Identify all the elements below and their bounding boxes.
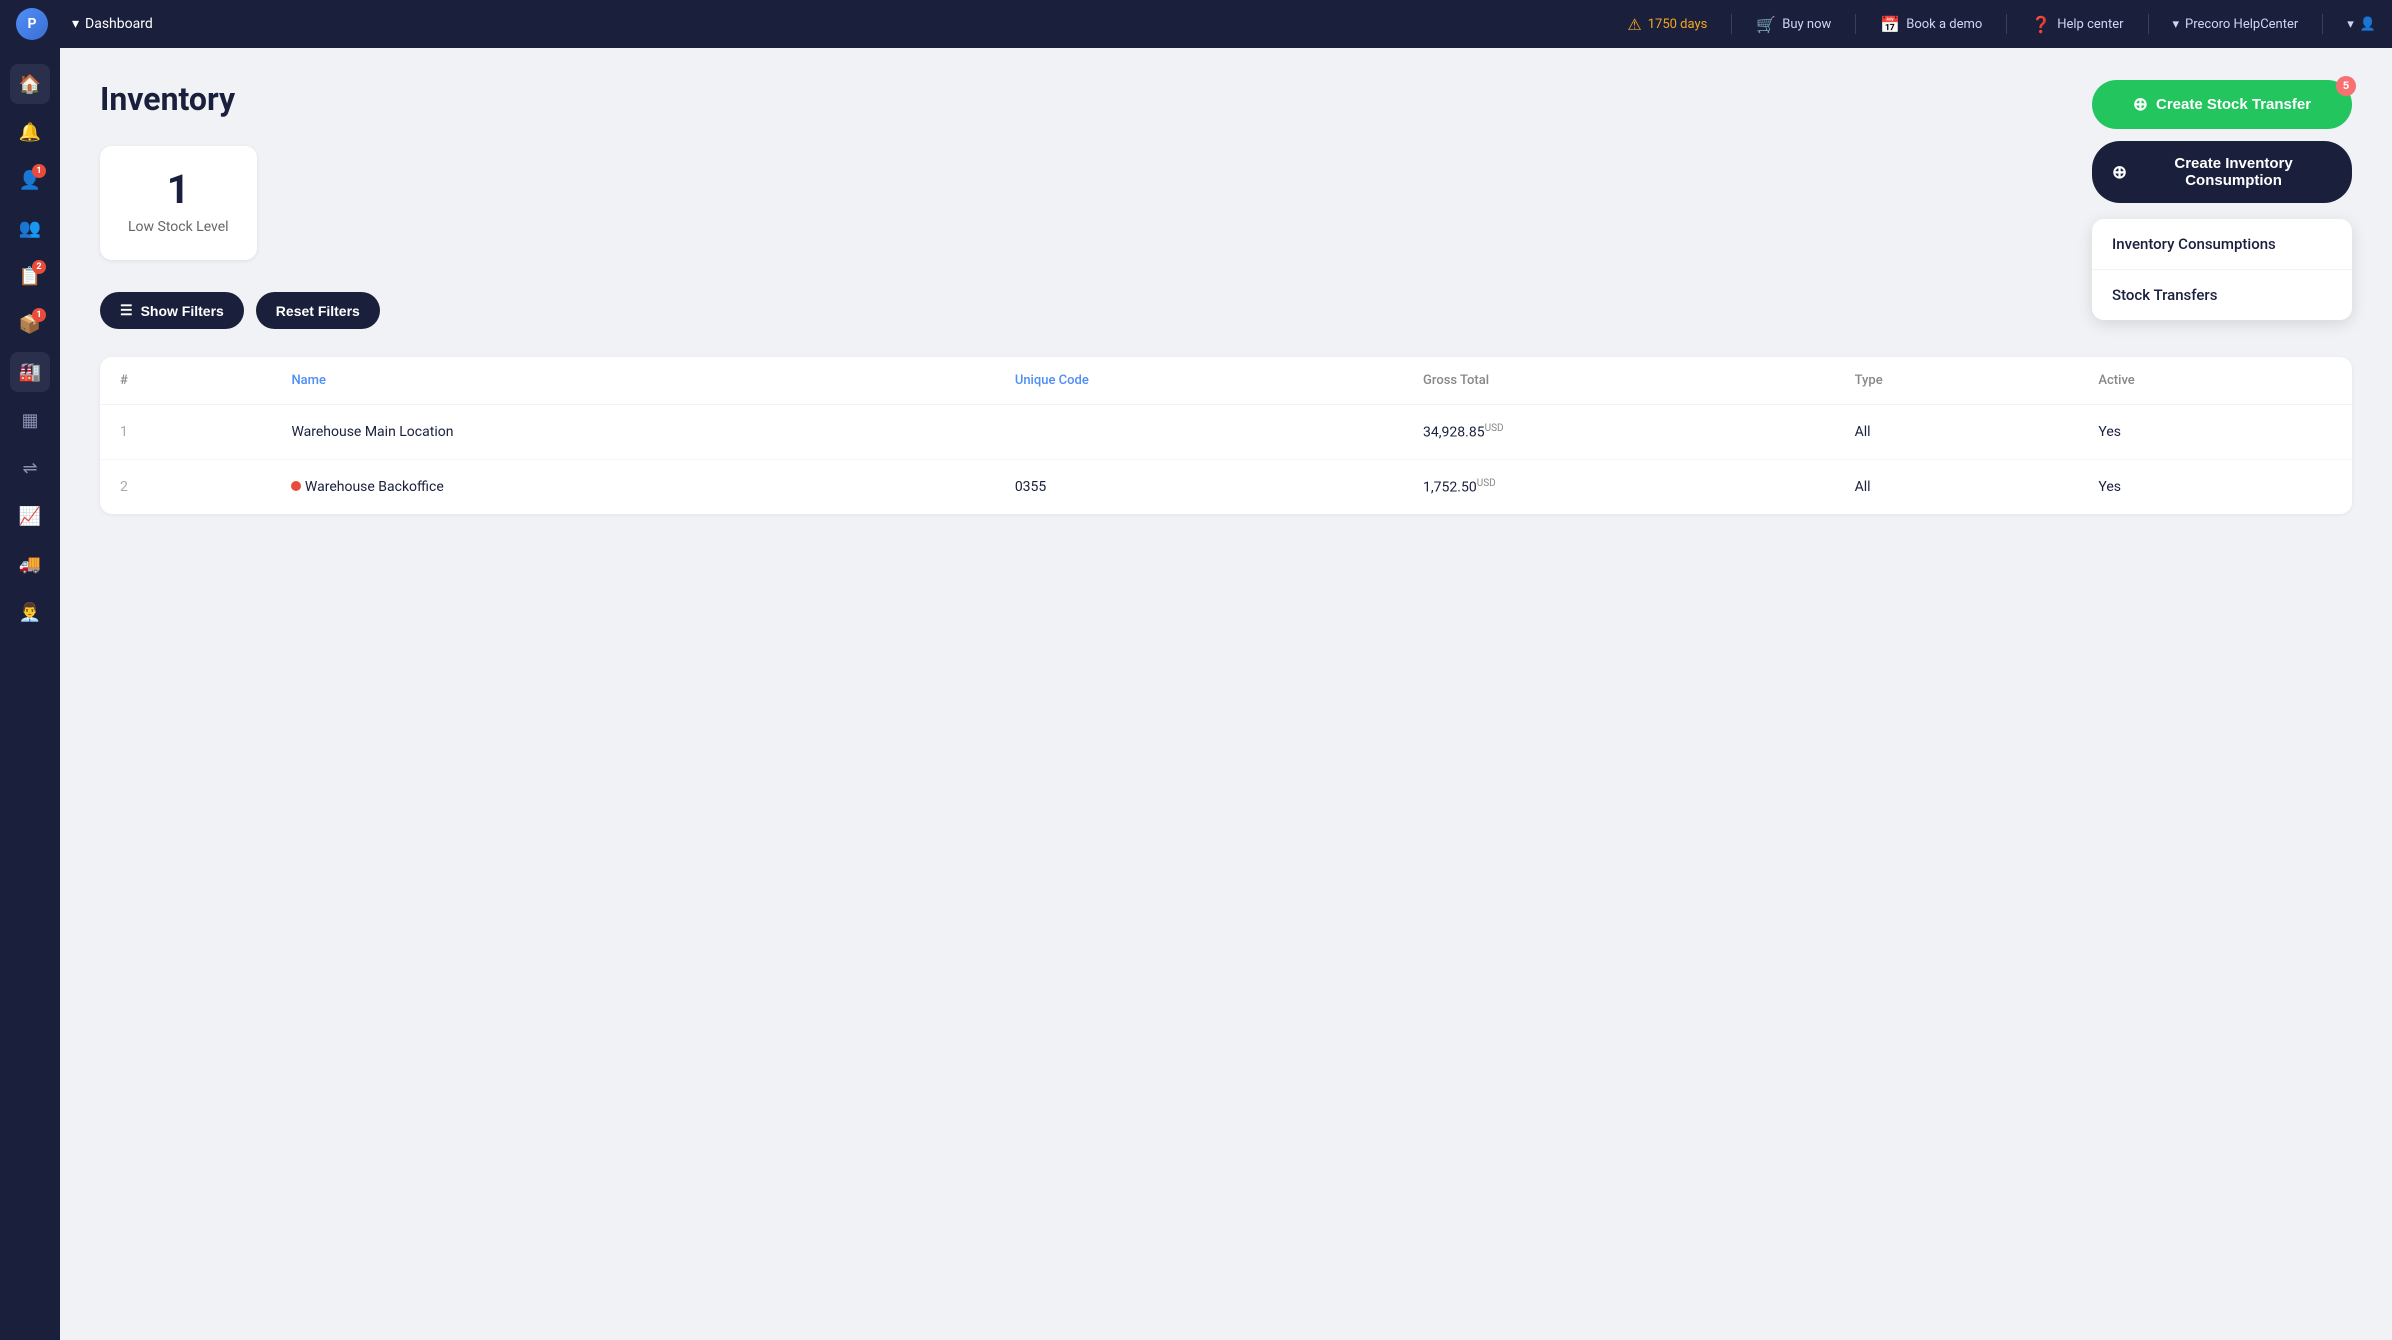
org-selector[interactable]: ▾ Precoro HelpCenter <box>2173 17 2299 32</box>
sidebar-orders[interactable]: 📋 2 <box>10 256 50 296</box>
status-dot <box>291 481 301 491</box>
cell-name: Warehouse Backoffice <box>271 459 994 513</box>
inventory-consumptions-link[interactable]: Inventory Consumptions <box>2092 219 2352 270</box>
cell-unique-code <box>995 405 1403 460</box>
nav-divider-1 <box>1731 14 1732 34</box>
cell-active: Yes <box>2078 405 2352 460</box>
nav-divider-3 <box>2006 14 2007 34</box>
cell-type: All <box>1835 405 2079 460</box>
buy-now-link[interactable]: 🛒 Buy now <box>1756 15 1831 34</box>
cell-gross-total: 34,928.85USD <box>1403 405 1835 460</box>
show-filters-button[interactable]: ☰ Show Filters <box>100 292 244 329</box>
help-center-link[interactable]: ❓ Help center <box>2031 15 2123 34</box>
sidebar-team[interactable]: 👥 <box>10 208 50 248</box>
sidebar-reports[interactable]: ▦ <box>10 400 50 440</box>
sidebar-home[interactable]: 🏠 <box>10 64 50 104</box>
low-stock-card[interactable]: 1 Low Stock Level <box>100 146 257 260</box>
sidebar-box[interactable]: 📦 1 <box>10 304 50 344</box>
inventory-table: # Name Unique Code Gross Total Type Acti… <box>100 357 2352 513</box>
chevron-down-icon: ▾ <box>72 16 79 32</box>
user-icon: 👤 <box>2360 17 2376 32</box>
table-row[interactable]: 2 Warehouse Backoffice 0355 1,752.50USD … <box>100 459 2352 513</box>
col-num: # <box>100 357 271 405</box>
low-stock-label: Low Stock Level <box>128 218 229 236</box>
sidebar-notifications[interactable]: 🔔 <box>10 112 50 152</box>
cell-gross-total: 1,752.50USD <box>1403 459 1835 513</box>
main-layout: 🏠 🔔 👤 1 👥 📋 2 📦 1 🏭 ▦ ⇌ 📈 🚚 👨‍💼 Inventor… <box>0 48 2392 1340</box>
chevron-down-icon-3: ▾ <box>2347 17 2354 32</box>
col-gross-total: Gross Total <box>1403 357 1835 405</box>
stats-row: 1 Low Stock Level <box>100 146 2352 260</box>
box-badge: 1 <box>32 308 46 322</box>
profile-badge: 1 <box>32 164 46 178</box>
transfer-badge: 5 <box>2336 76 2356 96</box>
stock-transfers-link[interactable]: Stock Transfers <box>2092 270 2352 320</box>
user-menu[interactable]: ▾ 👤 <box>2347 17 2376 32</box>
table-header-row: # Name Unique Code Gross Total Type Acti… <box>100 357 2352 405</box>
dashboard-nav[interactable]: ▾ Dashboard <box>72 16 153 32</box>
table-row[interactable]: 1 Warehouse Main Location 34,928.85USD A… <box>100 405 2352 460</box>
main-content: Inventory 1 Low Stock Level ⊕ Create Sto… <box>60 48 2392 1340</box>
col-name[interactable]: Name <box>271 357 994 405</box>
sidebar-contacts[interactable]: 👨‍💼 <box>10 592 50 632</box>
cart-icon: 🛒 <box>1756 15 1776 34</box>
nav-divider-4 <box>2148 14 2149 34</box>
book-demo-link[interactable]: 📅 Book a demo <box>1880 15 1982 34</box>
sidebar-warehouse[interactable]: 🏭 <box>10 352 50 392</box>
warning-icon: ⚠ <box>1627 15 1641 34</box>
low-stock-value: 1 <box>128 170 229 210</box>
sidebar: 🏠 🔔 👤 1 👥 📋 2 📦 1 🏭 ▦ ⇌ 📈 🚚 👨‍💼 <box>0 48 60 1340</box>
action-panel: ⊕ Create Stock Transfer 5 ⊕ Create Inven… <box>2092 80 2352 320</box>
cell-active: Yes <box>2078 459 2352 513</box>
warning-days[interactable]: ⚠ 1750 days <box>1627 15 1707 34</box>
sidebar-delivery[interactable]: 🚚 <box>10 544 50 584</box>
cell-num: 2 <box>100 459 271 513</box>
cell-type: All <box>1835 459 2079 513</box>
chevron-down-icon-2: ▾ <box>2173 17 2180 32</box>
filter-icon: ☰ <box>120 302 133 319</box>
reset-filters-button[interactable]: Reset Filters <box>256 292 380 329</box>
page-title: Inventory <box>100 80 2352 118</box>
quick-links-panel: Inventory Consumptions Stock Transfers <box>2092 219 2352 320</box>
create-inventory-consumption-button[interactable]: ⊕ Create Inventory Consumption <box>2092 141 2352 203</box>
create-stock-transfer-button[interactable]: ⊕ Create Stock Transfer 5 <box>2092 80 2352 129</box>
plus-icon: ⊕ <box>2133 94 2148 115</box>
cell-name: Warehouse Main Location <box>271 405 994 460</box>
col-unique-code[interactable]: Unique Code <box>995 357 1403 405</box>
nav-divider-2 <box>1855 14 1856 34</box>
help-icon: ❓ <box>2031 15 2051 34</box>
filters-row: ☰ Show Filters Reset Filters <box>100 292 2352 329</box>
app-logo[interactable]: P <box>16 8 48 40</box>
cell-unique-code: 0355 <box>995 459 1403 513</box>
calendar-icon: 📅 <box>1880 15 1900 34</box>
nav-divider-5 <box>2322 14 2323 34</box>
cell-num: 1 <box>100 405 271 460</box>
sidebar-analytics[interactable]: 📈 <box>10 496 50 536</box>
orders-badge: 2 <box>32 260 46 274</box>
plus-icon-2: ⊕ <box>2112 162 2127 183</box>
sidebar-profile[interactable]: 👤 1 <box>10 160 50 200</box>
col-type: Type <box>1835 357 2079 405</box>
sidebar-transfers[interactable]: ⇌ <box>10 448 50 488</box>
col-active: Active <box>2078 357 2352 405</box>
topnav: P ▾ Dashboard ⚠ 1750 days 🛒 Buy now 📅 Bo… <box>0 0 2392 48</box>
